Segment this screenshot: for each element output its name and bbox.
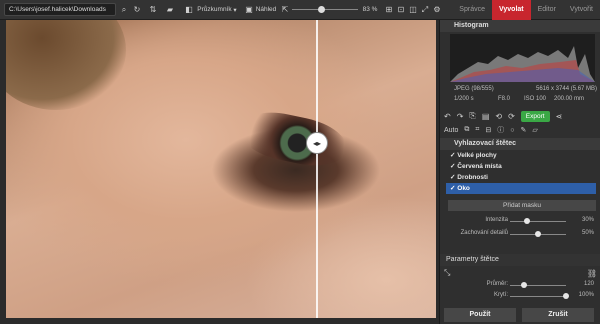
shutter-speed: 1/200 s xyxy=(454,96,474,102)
browser-label: Průzkumník xyxy=(197,6,232,13)
rotate-left-icon[interactable]: ⟲ xyxy=(495,112,502,121)
search-icon[interactable]: ⌕ xyxy=(118,3,130,16)
paste-icon[interactable]: ▤ xyxy=(482,112,490,121)
fullscreen-icon[interactable]: ⤢ xyxy=(420,3,430,16)
settings-icon[interactable]: ⚙ xyxy=(432,3,442,16)
path-field[interactable]: C:\Users\josef.halicek\Downloads xyxy=(4,3,116,16)
apply-button[interactable]: Použít xyxy=(444,308,516,322)
tab-manager[interactable]: Správce xyxy=(452,0,492,20)
rotate-right-icon[interactable]: ⟳ xyxy=(508,112,515,121)
redo-icon[interactable]: ↷ xyxy=(457,112,464,121)
copy-icon[interactable]: ⎘ xyxy=(469,111,475,121)
opacity-track[interactable] xyxy=(510,296,566,297)
preset-eye[interactable]: ✓ Oko xyxy=(446,183,596,194)
iso: ISO 100 xyxy=(524,96,547,102)
brush-icon[interactable]: ✎ xyxy=(520,126,526,134)
brush-presets-list: ✓ Velké plochy ✓ Červená místa ✓ Drobnos… xyxy=(446,150,596,194)
split-handle-icon[interactable]: ◂▸ xyxy=(306,132,328,154)
preset-large-areas[interactable]: ✓ Velké plochy xyxy=(446,150,596,161)
preview-button[interactable]: Náhled xyxy=(254,3,278,16)
refresh-icon[interactable]: ↻ xyxy=(131,3,143,16)
focal-length: 200.00 mm xyxy=(554,96,585,102)
eraser-icon[interactable]: ▱ xyxy=(532,126,537,134)
tools-toolbar: Auto ⧉ ⌗ ⊟ ⓘ ○ ✎ ▱ xyxy=(444,124,538,136)
detail-label: Zachování detailů xyxy=(460,230,508,236)
preset-details[interactable]: ✓ Drobnosti xyxy=(446,172,596,183)
brush-mode-icon[interactable]: ⤡ xyxy=(444,268,450,278)
histogram-chart xyxy=(450,34,595,82)
preset-red-spots[interactable]: ✓ Červená místa xyxy=(446,161,596,172)
sort-icon[interactable]: ⇅ xyxy=(146,3,160,16)
diameter-slider[interactable]: Průměr: 120 xyxy=(448,280,596,290)
auto-button[interactable]: Auto xyxy=(444,127,458,134)
aperture: F8.0 xyxy=(498,96,511,102)
undo-icon[interactable]: ↶ xyxy=(444,112,451,121)
browser-icon: ◧ xyxy=(185,5,193,14)
brush-params-header[interactable]: Parametry štětce xyxy=(440,254,600,266)
folder-icon[interactable]: ▰ xyxy=(164,3,176,16)
histogram-header[interactable]: Histogram xyxy=(440,20,600,32)
file-dimensions: 5616 x 3744 (5.67 MB) xyxy=(536,86,598,92)
fit-icon[interactable]: ⊡ xyxy=(396,3,406,16)
add-mask-button[interactable]: Přidat masku xyxy=(448,200,596,211)
circle-icon[interactable]: ○ xyxy=(510,127,514,134)
tab-create[interactable]: Vytvořit xyxy=(563,0,600,20)
link-icon[interactable]: ⛓ xyxy=(587,269,597,278)
opacity-knob[interactable] xyxy=(563,293,569,299)
cancel-button[interactable]: Zrušit xyxy=(522,308,594,322)
diameter-track[interactable] xyxy=(510,285,566,286)
brush-params-icons: ⤡ ⛓ xyxy=(444,267,597,279)
mode-tabs: Správce Vyvolat Editor Vytvořit xyxy=(452,0,600,20)
external-icon[interactable]: ⇱ xyxy=(280,3,290,16)
tab-develop[interactable]: Vyvolat xyxy=(491,0,531,20)
intensity-track[interactable] xyxy=(510,221,566,222)
before-after-divider[interactable] xyxy=(316,20,318,318)
file-format-info: JPEG (98/555) xyxy=(454,86,494,92)
image-icon: ▣ xyxy=(245,5,253,14)
opacity-slider[interactable]: Krytí: 100% xyxy=(448,291,596,301)
intensity-knob[interactable] xyxy=(523,218,530,224)
intensity-slider[interactable]: Intenzita 30% xyxy=(448,216,596,226)
browser-dropdown[interactable]: Průzkumník ▾ xyxy=(196,3,238,16)
opacity-value: 100% xyxy=(578,292,594,298)
diameter-label: Průměr: xyxy=(486,281,508,287)
action-toolbar: ↶ ↷ ⎘ ▤ ⟲ ⟳ Export ⋖ xyxy=(444,110,562,122)
intensity-value: 30% xyxy=(581,217,594,223)
photo-viewer[interactable]: ◂▸ xyxy=(6,20,436,318)
intensity-label: Intenzita xyxy=(485,217,508,223)
zoom-value: 83 % xyxy=(362,6,378,13)
diameter-knob[interactable] xyxy=(521,282,527,288)
detail-value: 50% xyxy=(581,230,594,236)
info-icon[interactable]: ⓘ xyxy=(497,125,504,135)
tab-editor[interactable]: Editor xyxy=(531,0,563,20)
share-icon[interactable]: ⋖ xyxy=(556,112,563,121)
detail-slider[interactable]: Zachování detailů 50% xyxy=(448,229,596,239)
zoom-in-icon[interactable]: ⊞ xyxy=(384,3,394,16)
opacity-label: Krytí: xyxy=(493,292,508,298)
diameter-value: 120 xyxy=(583,281,594,287)
clone-icon[interactable]: ⧉ xyxy=(464,126,469,134)
export-button[interactable]: Export xyxy=(520,110,550,122)
crop-icon[interactable]: ⌗ xyxy=(475,126,479,134)
compare-icon[interactable]: ◫ xyxy=(408,3,418,16)
smoothing-brush-header[interactable]: Vyhlazovací štětec xyxy=(440,138,600,150)
zoom-slider[interactable] xyxy=(292,3,358,16)
straighten-icon[interactable]: ⊟ xyxy=(485,126,491,134)
develop-panel: Histogram JPEG (98/555) 5616 x 3744 (5.6… xyxy=(439,20,600,324)
detail-knob[interactable] xyxy=(535,231,541,237)
top-toolbar: C:\Users\josef.halicek\Downloads ⌕ ↻ ⇅ ▰… xyxy=(0,0,600,20)
